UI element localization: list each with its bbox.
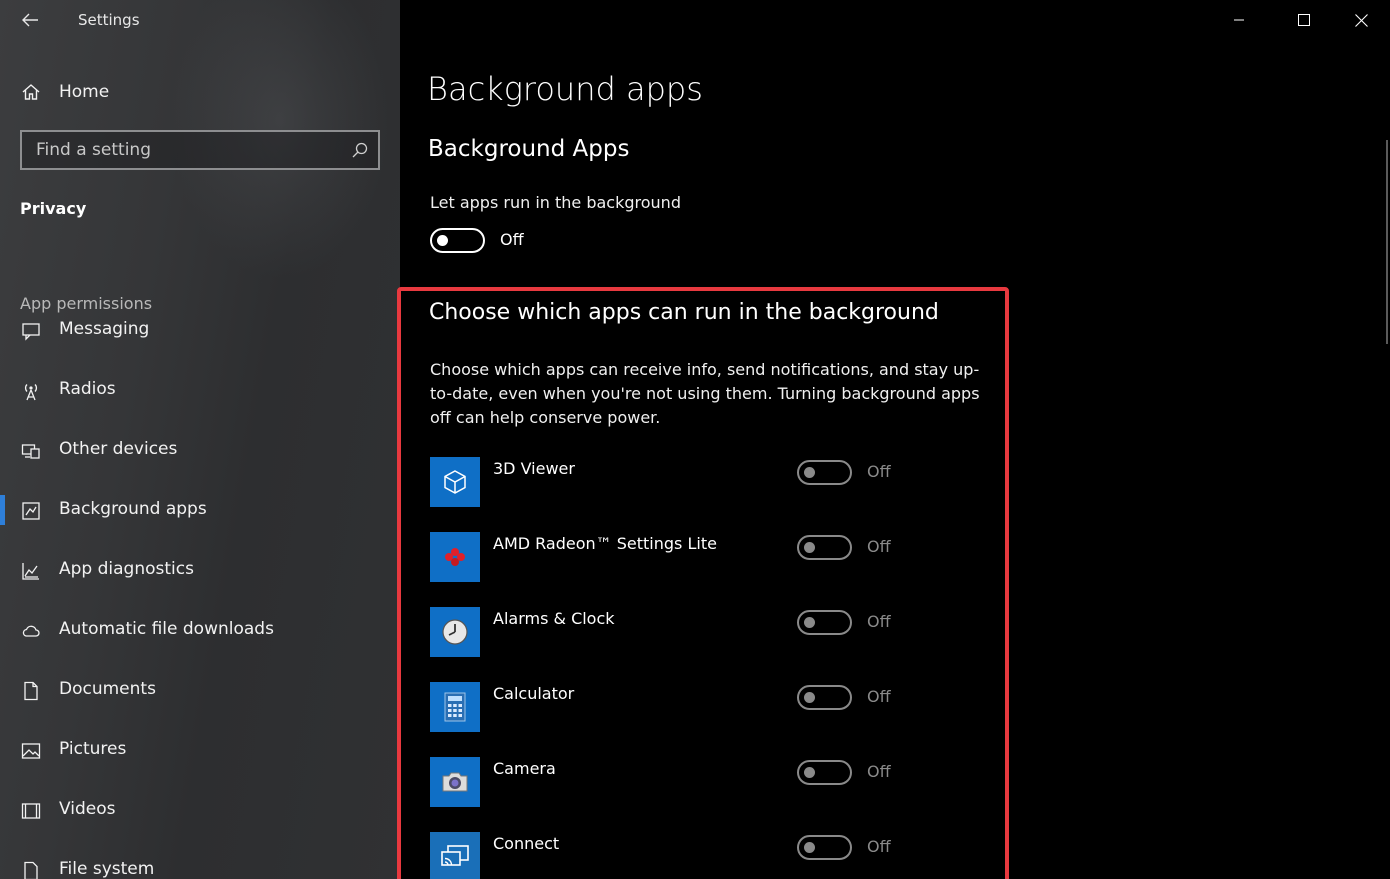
- toggle-knob: [804, 842, 815, 853]
- run-in-background-state: Off: [500, 230, 524, 249]
- toggle-knob: [804, 767, 815, 778]
- choose-apps-description: Choose which apps can receive info, send…: [430, 360, 980, 427]
- app-toggle-amd-radeon[interactable]: [797, 535, 852, 560]
- titlebar-left: Settings: [0, 0, 400, 40]
- sidebar-item-documents[interactable]: Documents: [0, 667, 400, 715]
- picture-icon: [20, 740, 42, 762]
- app-row-3d-viewer: 3D Viewer Off: [430, 457, 990, 507]
- sidebar-item-label: Messaging: [59, 319, 150, 339]
- minimize-button[interactable]: [1210, 0, 1268, 40]
- app-toggle-3d-viewer[interactable]: [797, 460, 852, 485]
- toggle-knob: [804, 542, 815, 553]
- sidebar-item-label: Automatic file downloads: [59, 619, 274, 639]
- maximize-icon: [1298, 14, 1310, 26]
- main-content: Background apps Background Apps Let apps…: [397, 0, 1390, 879]
- document-icon: [20, 680, 42, 702]
- camera-icon: [430, 757, 480, 807]
- sidebar-item-automatic-file-downloads[interactable]: Automatic file downloads: [0, 607, 400, 655]
- app-toggle-camera[interactable]: [797, 760, 852, 785]
- sidebar-item-label: Videos: [59, 799, 116, 819]
- sidebar-item-other-devices[interactable]: Other devices: [0, 427, 400, 475]
- sidebar-item-label: Documents: [59, 679, 156, 699]
- devices-icon: [20, 440, 42, 462]
- sidebar-item-label: Background apps: [59, 499, 207, 519]
- back-button[interactable]: [14, 6, 46, 34]
- run-in-background-label: Let apps run in the background: [430, 193, 681, 212]
- sidebar-item-label: Radios: [59, 379, 116, 399]
- run-in-background-toggle[interactable]: [430, 228, 485, 253]
- section-app-permissions: App permissions: [20, 294, 153, 313]
- sidebar-item-messaging[interactable]: Messaging: [0, 318, 400, 355]
- back-arrow-icon: [22, 13, 38, 27]
- app-name: 3D Viewer: [493, 459, 575, 478]
- sidebar-nav-list[interactable]: Messaging Radios Other devices Backgroun…: [0, 318, 400, 879]
- app-row-calculator: Calculator Off: [430, 682, 990, 732]
- close-icon: [1354, 13, 1368, 27]
- video-icon: [20, 800, 42, 822]
- sidebar-item-app-diagnostics[interactable]: App diagnostics: [0, 547, 400, 595]
- cube-icon: [430, 457, 480, 507]
- sidebar-item-background-apps[interactable]: Background apps: [0, 487, 400, 535]
- app-toggle-state: Off: [867, 462, 891, 481]
- app-row-alarms-clock: Alarms & Clock Off: [430, 607, 990, 657]
- window-title: Settings: [78, 11, 140, 29]
- maximize-button[interactable]: [1275, 0, 1333, 40]
- sidebar: Settings Home Privacy App permissions Me…: [0, 0, 400, 879]
- app-name: Connect: [493, 834, 560, 853]
- cloud-icon: [20, 620, 42, 642]
- app-name: Calculator: [493, 684, 575, 703]
- toggle-knob: [804, 692, 815, 703]
- sidebar-item-label: Other devices: [59, 439, 178, 459]
- app-row-connect: Connect Off: [430, 832, 990, 879]
- sidebar-home-label: Home: [59, 82, 110, 102]
- search-input[interactable]: [22, 132, 342, 168]
- toggle-knob: [437, 235, 448, 246]
- connect-icon: [430, 832, 480, 879]
- scrollbar[interactable]: [1386, 140, 1388, 344]
- sidebar-item-radios[interactable]: Radios: [0, 367, 400, 415]
- app-toggle-state: Off: [867, 837, 891, 856]
- close-button[interactable]: [1332, 0, 1390, 40]
- section-title: Background Apps: [428, 136, 630, 162]
- file-icon: [20, 860, 42, 879]
- clock-icon: [430, 607, 480, 657]
- section-privacy-title: Privacy: [20, 199, 87, 218]
- radio-tower-icon: [20, 380, 42, 402]
- amd-radeon-icon: [430, 532, 480, 582]
- app-toggle-alarms-clock[interactable]: [797, 610, 852, 635]
- app-name: Camera: [493, 759, 556, 778]
- toggle-knob: [804, 467, 815, 478]
- app-toggle-state: Off: [867, 537, 891, 556]
- search-icon[interactable]: [350, 140, 370, 160]
- app-row-camera: Camera Off: [430, 757, 990, 807]
- app-toggle-state: Off: [867, 687, 891, 706]
- app-row-amd-radeon: AMD Radeon™ Settings Lite Off: [430, 532, 990, 582]
- app-name: Alarms & Clock: [493, 609, 615, 628]
- app-toggle-calculator[interactable]: [797, 685, 852, 710]
- sidebar-item-videos[interactable]: Videos: [0, 787, 400, 835]
- sidebar-item-pictures[interactable]: Pictures: [0, 727, 400, 775]
- sidebar-item-label: Pictures: [59, 739, 127, 759]
- app-toggle-state: Off: [867, 612, 891, 631]
- sidebar-item-label: App diagnostics: [59, 559, 194, 579]
- sidebar-item-file-system[interactable]: File system: [0, 847, 400, 879]
- page-title: Background apps: [427, 70, 703, 108]
- app-toggle-connect[interactable]: [797, 835, 852, 860]
- background-apps-icon: [20, 500, 42, 522]
- sidebar-item-label: File system: [59, 859, 155, 879]
- toggle-knob: [804, 617, 815, 628]
- minimize-icon: [1234, 19, 1244, 21]
- app-name: AMD Radeon™ Settings Lite: [493, 534, 717, 553]
- search-box[interactable]: [20, 130, 380, 170]
- app-toggle-state: Off: [867, 762, 891, 781]
- message-icon: [20, 320, 42, 342]
- calculator-icon: [430, 682, 480, 732]
- choose-apps-title: Choose which apps can run in the backgro…: [429, 300, 939, 325]
- sidebar-item-home[interactable]: Home: [0, 70, 400, 114]
- home-icon: [20, 81, 42, 103]
- diagnostics-chart-icon: [20, 560, 42, 582]
